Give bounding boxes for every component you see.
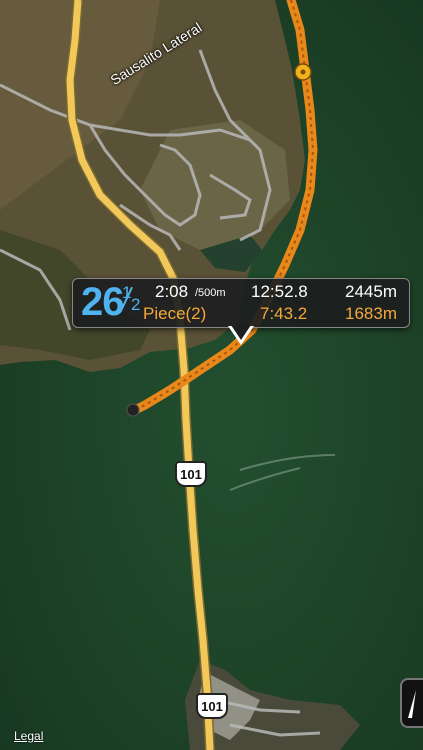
- start-marker: [126, 403, 140, 417]
- piece-time: 7:43.2: [260, 304, 308, 323]
- elapsed-time: 12:52.8: [251, 282, 308, 301]
- stroke-rate-fraction-denominator: 2: [131, 295, 141, 314]
- satellite-map[interactable]: [0, 0, 423, 750]
- stroke-rate: 26: [81, 280, 124, 324]
- hud-pointer-inner: [231, 325, 251, 340]
- highway-shield: 101: [196, 693, 228, 719]
- piece-distance: 1683m: [345, 304, 397, 323]
- stats-hud[interactable]: 26 1 2 2:08 /500m 12:52.8 2445m Piece(2)…: [72, 278, 410, 328]
- location-arrow-icon: [408, 690, 416, 718]
- split-time: 2:08: [155, 282, 189, 301]
- legal-link[interactable]: Legal: [14, 729, 43, 743]
- total-distance: 2445m: [345, 282, 397, 301]
- piece-label: Piece(2): [143, 304, 207, 323]
- location-button[interactable]: [400, 678, 423, 728]
- split-unit: /500m: [195, 287, 226, 299]
- highway-shield: 101: [175, 461, 207, 487]
